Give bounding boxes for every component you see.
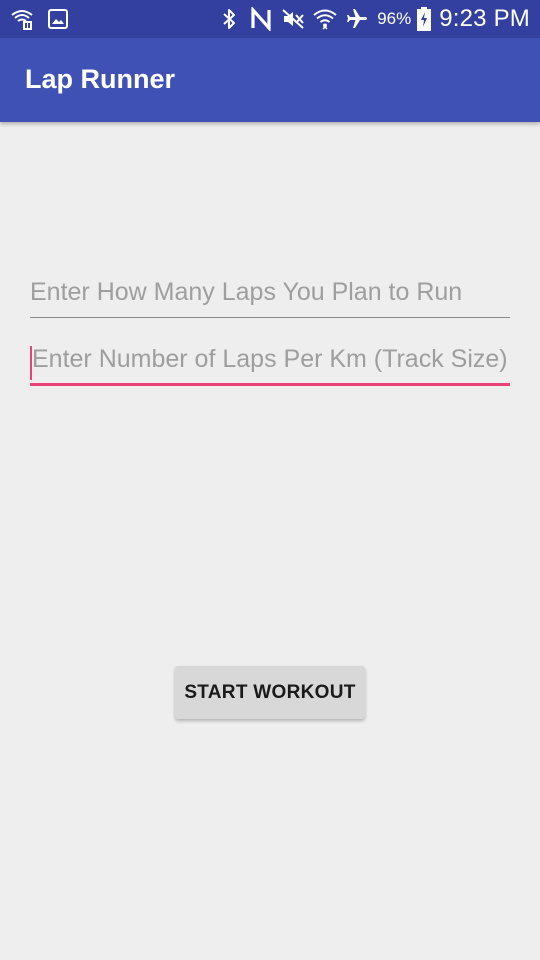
laps-planned-field[interactable] [30, 274, 510, 318]
status-bar-notifications [10, 6, 70, 32]
wifi-icon [313, 7, 337, 31]
start-workout-button[interactable]: START WORKOUT [175, 666, 365, 719]
bluetooth-icon [217, 7, 241, 31]
image-icon [46, 7, 70, 31]
battery-charging-icon [417, 7, 432, 31]
app-bar: Lap Runner [0, 38, 540, 122]
status-bar-system: 96% 9:23 PM [217, 0, 530, 38]
laps-per-km-field[interactable] [30, 342, 510, 386]
status-bar: 96% 9:23 PM [0, 0, 540, 38]
app-screen: 96% 9:23 PM Lap Runner START WORKOUT [0, 0, 540, 960]
mute-icon [281, 7, 305, 31]
status-bar-clock: 9:23 PM [439, 5, 530, 32]
laps-per-km-input[interactable] [30, 342, 510, 383]
wifi-call-icon [10, 7, 34, 31]
nfc-icon [249, 7, 273, 31]
airplane-mode-icon [345, 7, 369, 31]
laps-planned-input[interactable] [30, 274, 510, 317]
app-title: Lap Runner [25, 64, 176, 94]
battery-percent: 96% [377, 9, 412, 28]
text-cursor [30, 346, 32, 380]
